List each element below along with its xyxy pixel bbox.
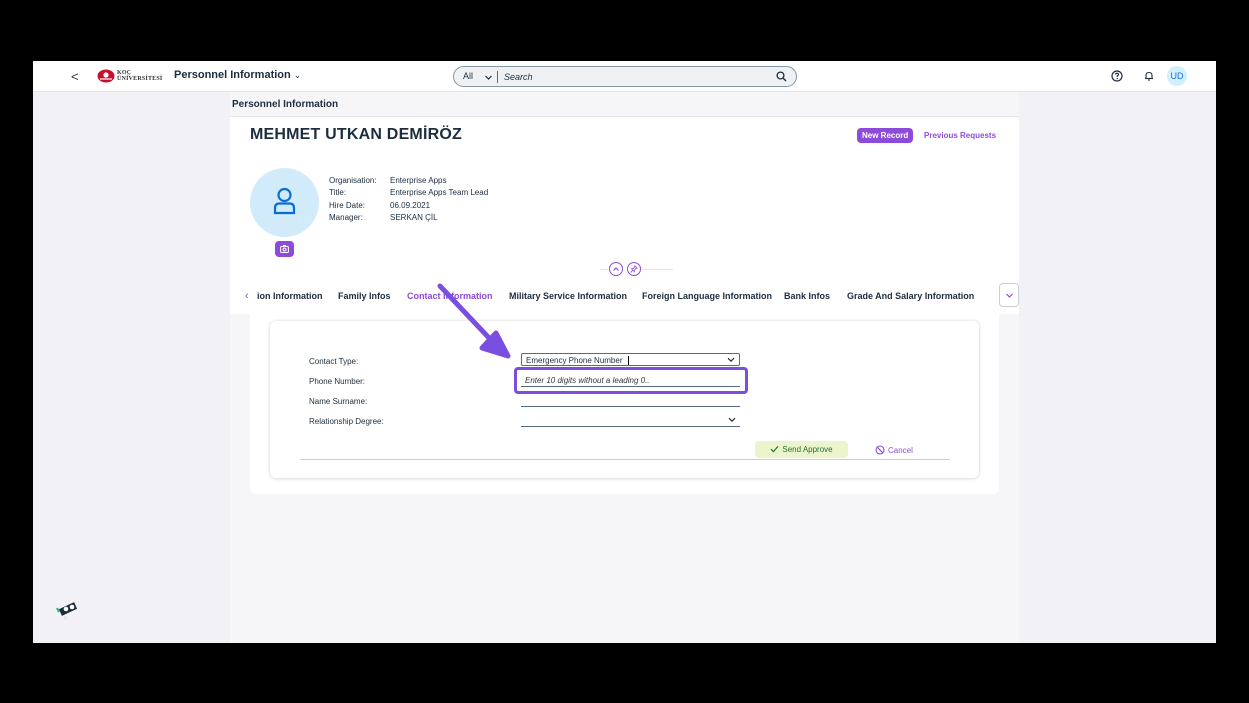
back-button[interactable]: < — [71, 69, 79, 84]
floating-assistant-icon[interactable] — [55, 598, 81, 622]
camera-icon — [280, 245, 289, 253]
search-scope-select[interactable]: All — [463, 71, 473, 81]
fact-organisation: Organisation: Enterprise Apps — [329, 176, 447, 185]
section-container: Contact Type: Emergency Phone Number Pho… — [250, 307, 999, 494]
header-divider — [643, 269, 673, 270]
previous-requests-link[interactable]: Previous Requests — [924, 131, 996, 140]
app-window: < KOÇ ÜNİVERSİTESİ Personnel Information… — [33, 61, 1216, 643]
logo-wordmark: KOÇ ÜNİVERSİTESİ — [117, 70, 163, 82]
shell-bar: < KOÇ ÜNİVERSİTESİ Personnel Information… — [33, 61, 1216, 92]
pin-icon — [630, 265, 638, 273]
tab-grade-and-salary-information[interactable]: Grade And Salary Information — [847, 291, 974, 301]
relationship-degree-label: Relationship Degree: — [309, 417, 384, 426]
fact-hire-date: Hire Date: 06.09.2021 — [329, 200, 431, 210]
search-icon[interactable] — [776, 71, 787, 82]
employee-facts: Organisation: Enterprise Apps Title: Enter… — [329, 175, 488, 224]
collapse-header-button[interactable] — [609, 262, 623, 276]
tab-overflow-button[interactable] — [999, 283, 1019, 307]
phone-number-label: Phone Number: — [309, 377, 366, 386]
employee-name: MEHMET UTKAN DEMİRÖZ — [250, 126, 462, 143]
change-photo-button[interactable] — [275, 241, 294, 257]
search-input[interactable] — [504, 70, 764, 84]
tab-contact-information[interactable]: Contact Information — [407, 291, 493, 301]
chevron-down-icon — [1006, 293, 1013, 298]
chevron-up-icon — [613, 267, 619, 271]
employee-photo — [250, 168, 319, 237]
send-approve-button[interactable]: Send Approve — [755, 441, 848, 458]
app-title: Personnel Information — [174, 69, 291, 81]
search-separator — [497, 71, 498, 83]
tab-scroll-left-icon[interactable]: ‹ — [245, 290, 249, 302]
chevron-down-icon: ⌄ — [293, 70, 302, 80]
tab-military-service-information[interactable]: Military Service Information — [509, 291, 627, 301]
contact-form-card: Contact Type: Emergency Phone Number Pho… — [270, 321, 979, 478]
koc-university-logo — [97, 69, 115, 83]
header-divider — [600, 269, 608, 270]
tab-foreign-language-information[interactable]: Foreign Language Information — [642, 291, 772, 301]
highlight-annotation — [514, 367, 748, 394]
tab-bank-infos[interactable]: Bank Infos — [784, 291, 830, 301]
object-header: MEHMET UTKAN DEMİRÖZ New Record Previous… — [230, 116, 1019, 315]
tab-personal-information[interactable]: ion Information — [257, 291, 323, 301]
cancel-icon — [875, 444, 885, 455]
pin-header-button[interactable] — [627, 262, 641, 276]
fact-title: Title: Enterprise Apps Team Lead — [329, 188, 489, 198]
relationship-degree-select[interactable] — [521, 414, 740, 427]
contact-type-label: Contact Type: — [309, 357, 359, 366]
person-icon — [273, 187, 296, 215]
name-surname-input[interactable] — [521, 394, 740, 407]
tab-family-infos[interactable]: Family Infos — [338, 291, 391, 301]
chevron-down-icon — [727, 357, 735, 363]
form-divider — [300, 459, 950, 460]
help-icon[interactable] — [1111, 70, 1123, 82]
new-record-button[interactable]: New Record — [857, 128, 914, 143]
app-title-menu[interactable]: Personnel Information ⌄ — [174, 69, 301, 81]
chevron-down-icon — [728, 417, 736, 423]
object-page: Personnel Information MEHMET UTKAN DEMİR… — [230, 92, 1019, 643]
user-avatar[interactable]: UD — [1167, 66, 1187, 86]
bell-icon[interactable] — [1143, 70, 1155, 82]
name-surname-label: Name Surname: — [309, 397, 368, 406]
text-cursor — [628, 356, 629, 365]
checkmark-icon — [770, 446, 779, 453]
page-title: Personnel Information — [232, 99, 339, 110]
search-bar: All — [453, 66, 797, 87]
fact-manager: Manager: SERKAN ÇİL — [329, 212, 438, 222]
cancel-button[interactable]: Cancel — [875, 441, 913, 458]
chevron-down-icon[interactable] — [484, 73, 493, 82]
contact-type-select[interactable]: Emergency Phone Number — [521, 353, 740, 366]
